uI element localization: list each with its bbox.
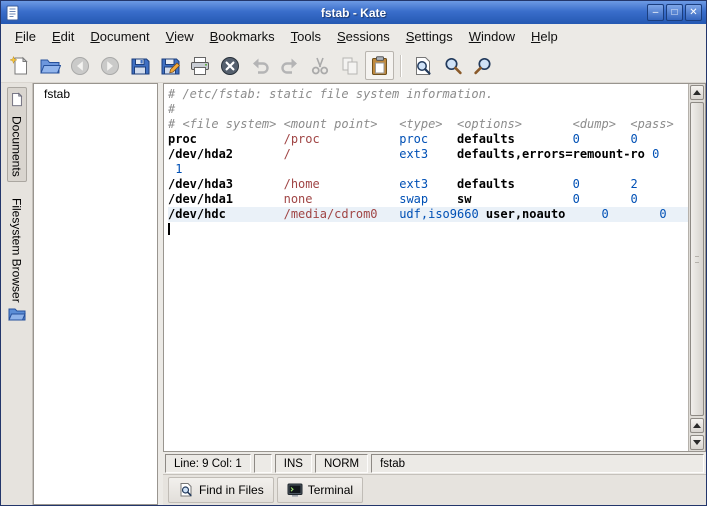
editor-line[interactable]	[168, 222, 688, 237]
menubar: File Edit Document View Bookmarks Tools Sessio…	[1, 24, 706, 49]
tab-label: Terminal	[307, 483, 354, 497]
editor-line[interactable]: # <file system> <mount point> <type> <op…	[168, 117, 688, 132]
print-button[interactable]	[185, 51, 214, 80]
sidebar-tab-label: Documents	[9, 116, 24, 177]
find-previous-button[interactable]	[468, 51, 497, 80]
statusbar: Line: 9 Col: 1 INS NORM fstab	[163, 452, 706, 474]
editor-line[interactable]: /dev/hda2 / ext3 defaults,errors=remount…	[168, 147, 688, 162]
scroll-up-button-bottom[interactable]	[690, 418, 704, 433]
menu-sessions[interactable]: Sessions	[329, 25, 398, 48]
tool-view-tabbar: Find in Files Terminal	[163, 474, 706, 505]
editor-line[interactable]: # /etc/fstab: static file system informa…	[168, 87, 688, 102]
text-cursor	[168, 223, 170, 235]
menu-tools[interactable]: Tools	[283, 25, 329, 48]
sidebar-tab-label: Filesystem Browser	[9, 197, 24, 303]
forward-button	[95, 51, 124, 80]
documents-panel: fstab	[33, 83, 158, 505]
open-folder-icon	[39, 55, 61, 77]
scroll-up-button[interactable]	[690, 85, 704, 100]
back-icon	[69, 55, 91, 77]
editor[interactable]: # /etc/fstab: static file system informa…	[164, 84, 688, 451]
redo-button	[275, 51, 304, 80]
find-next-icon	[442, 55, 464, 77]
filesystem-folder-icon	[7, 306, 26, 327]
find-icon	[412, 55, 434, 77]
tab-terminal[interactable]: Terminal	[276, 477, 364, 503]
sidebar-tab-documents[interactable]: Documents	[6, 87, 27, 182]
editor-frame: # /etc/fstab: static file system informa…	[163, 83, 706, 452]
toolbar-separator	[400, 54, 402, 77]
main-area: Documents Filesystem Browser fstab # /et…	[1, 83, 706, 505]
sidebar-tabbar: Documents Filesystem Browser	[1, 83, 33, 505]
editor-line[interactable]: #	[168, 102, 688, 117]
save-icon	[129, 55, 151, 77]
close-document-icon	[219, 55, 241, 77]
window-title: fstab - Kate	[320, 5, 387, 20]
up-arrow-icon	[693, 90, 701, 95]
menu-file[interactable]: File	[7, 25, 44, 48]
copy-icon	[339, 55, 361, 77]
editor-scrollbar[interactable]	[688, 84, 705, 451]
status-line-col: Line: 9 Col: 1	[165, 454, 251, 473]
menu-view[interactable]: View	[158, 25, 202, 48]
back-button	[65, 51, 94, 80]
cut-icon	[309, 55, 331, 77]
editor-line[interactable]: /dev/hdc /media/cdrom0 udf,iso9660 user,…	[168, 207, 688, 222]
status-filename: fstab	[371, 454, 704, 473]
print-icon	[189, 55, 211, 77]
close-document-button[interactable]	[215, 51, 244, 80]
scrollbar-thumb[interactable]	[690, 102, 704, 416]
menu-settings[interactable]: Settings	[398, 25, 461, 48]
new-document-icon	[8, 55, 31, 77]
paste-button[interactable]	[365, 51, 394, 80]
editor-line[interactable]: /dev/hda3 /home ext3 defaults 0 2	[168, 177, 688, 192]
document-list-item[interactable]: fstab	[34, 84, 157, 104]
find-previous-icon	[472, 55, 494, 77]
cut-button	[305, 51, 334, 80]
save-button[interactable]	[125, 51, 154, 80]
menu-document[interactable]: Document	[82, 25, 157, 48]
find-next-button[interactable]	[438, 51, 467, 80]
new-document-button[interactable]	[5, 51, 34, 80]
editor-line[interactable]: /dev/hda1 none swap sw 0 0	[168, 192, 688, 207]
close-button[interactable]: ✕	[685, 4, 702, 21]
save-as-button[interactable]	[155, 51, 184, 80]
menu-help[interactable]: Help	[523, 25, 566, 48]
kate-window: fstab - Kate – □ ✕ File Edit Document View B…	[0, 0, 707, 506]
status-selection-mode: NORM	[314, 454, 369, 473]
open-folder-button[interactable]	[35, 51, 64, 80]
up-arrow-icon	[693, 423, 701, 428]
status-modified-flag	[253, 454, 272, 473]
editor-column: # /etc/fstab: static file system informa…	[163, 83, 706, 505]
terminal-icon	[287, 482, 303, 498]
tab-label: Find in Files	[199, 483, 264, 497]
scroll-down-button[interactable]	[690, 435, 704, 450]
menu-bookmarks[interactable]: Bookmarks	[202, 25, 283, 48]
down-arrow-icon	[693, 440, 701, 445]
documents-list: fstab	[34, 84, 157, 104]
toolbar	[1, 49, 706, 83]
minimize-button[interactable]: –	[647, 4, 664, 21]
undo-icon	[249, 55, 271, 77]
editor-line[interactable]: 1	[168, 162, 688, 177]
editor-line[interactable]: proc /proc proc defaults 0 0	[168, 132, 688, 147]
copy-button	[335, 51, 364, 80]
redo-icon	[279, 55, 301, 77]
sidebar-tab-filesystem-browser[interactable]: Filesystem Browser	[5, 193, 29, 333]
maximize-button[interactable]: □	[666, 4, 683, 21]
find-in-files-icon	[178, 482, 194, 498]
status-insert-mode: INS	[274, 454, 312, 473]
save-as-icon	[159, 55, 181, 77]
menu-window[interactable]: Window	[461, 25, 523, 48]
menu-edit[interactable]: Edit	[44, 25, 82, 48]
titlebar[interactable]: fstab - Kate – □ ✕	[1, 1, 706, 24]
documents-icon	[10, 92, 24, 112]
paste-icon	[369, 55, 391, 77]
forward-icon	[99, 55, 121, 77]
undo-button	[245, 51, 274, 80]
find-button[interactable]	[408, 51, 437, 80]
tab-find-in-files[interactable]: Find in Files	[168, 477, 274, 503]
